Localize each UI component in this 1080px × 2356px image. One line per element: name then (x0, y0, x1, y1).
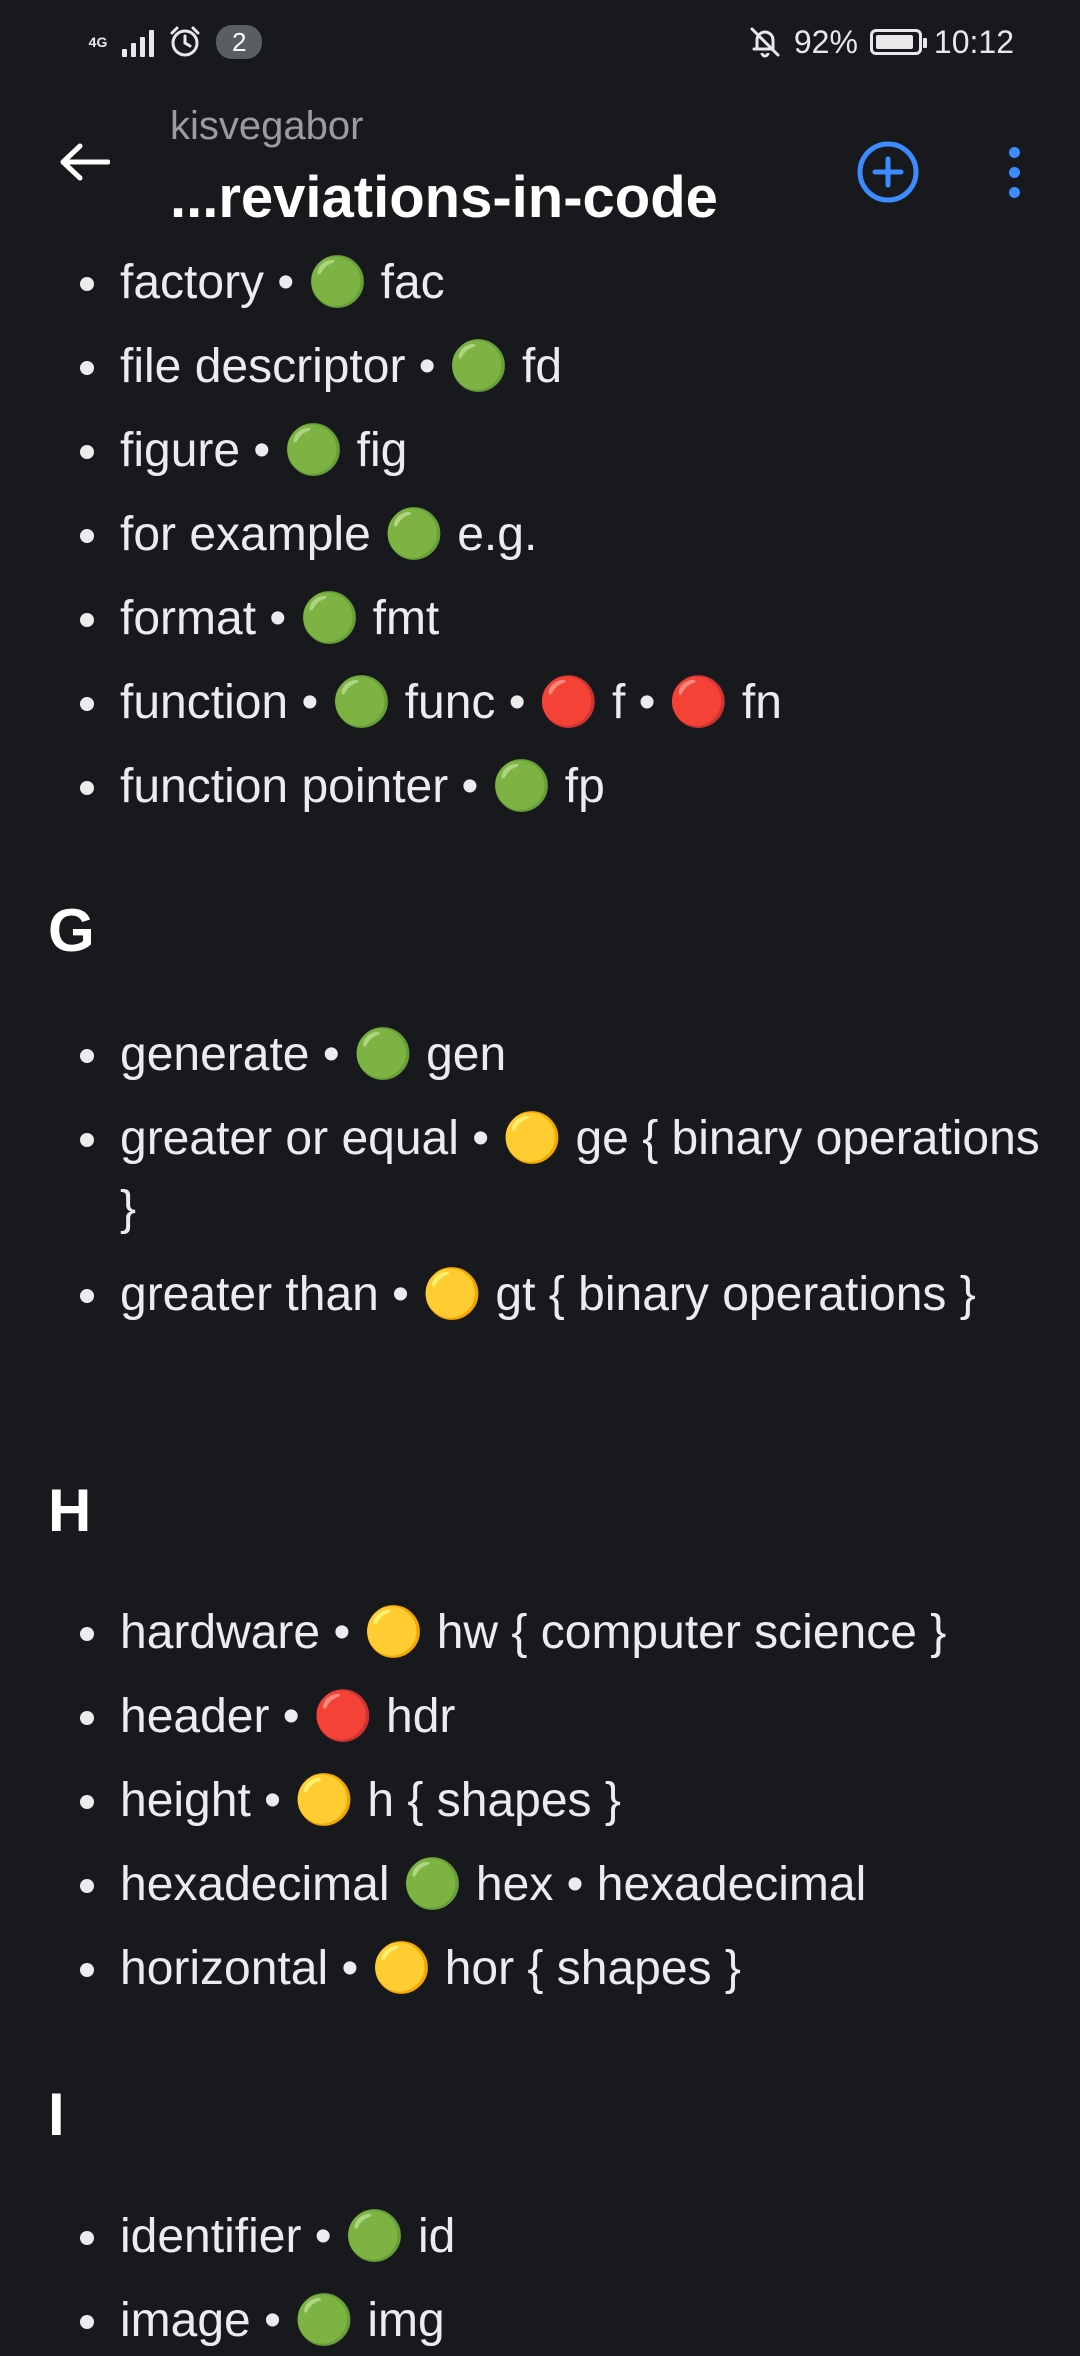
list-item-text: greater than • 🟡 gt { binary operations … (120, 1268, 976, 1321)
document-content: factory • 🟢 fac file descriptor • 🟢 fd f… (0, 0, 1080, 2347)
add-button[interactable] (850, 134, 926, 210)
list-item-text: header • 🔴 hdr (120, 1690, 456, 1743)
list-item-text: figure • 🟢 fig (120, 424, 408, 477)
more-vertical-icon (1008, 186, 1020, 198)
signal-icon (122, 27, 154, 57)
bullet-icon (80, 1289, 94, 1303)
bullet-icon (80, 781, 94, 795)
list-item-text: file descriptor • 🟢 fd (120, 340, 563, 393)
back-button[interactable] (48, 126, 120, 198)
bullet-icon (80, 361, 94, 375)
list-item-text: generate • 🟢 gen (120, 1028, 507, 1081)
battery-fill (875, 35, 913, 49)
list-item-text: horizontal • 🟡 hor { shapes } (120, 1942, 741, 1995)
section-heading-i: I (48, 2081, 65, 2148)
status-bar: 4G 2 92% 10:12 (0, 0, 1080, 84)
bullet-icon (80, 445, 94, 459)
bullet-icon (80, 277, 94, 291)
list-item-text: function • 🟢 func • 🔴 f • 🔴 fn (120, 676, 782, 729)
plus-circle-icon (857, 141, 919, 203)
battery-percent: 92% (793, 23, 858, 60)
list-item-text: function pointer • 🟢 fp (120, 760, 605, 813)
more-options-button[interactable] (988, 134, 1040, 210)
list-item-text: greater or equal • 🟡 ge { binary operati… (120, 1112, 1040, 1235)
alarm-icon (170, 26, 200, 57)
bullet-icon (80, 613, 94, 627)
more-vertical-icon (1008, 166, 1020, 178)
bullet-icon (80, 1795, 94, 1809)
bullet-icon (80, 2231, 94, 2245)
battery-icon (869, 29, 927, 55)
network-type: 4G (88, 34, 108, 50)
app-bar: kisvegabor ...reviations-in-code (0, 84, 1080, 246)
bullet-icon (80, 1627, 94, 1641)
bell-off-icon (750, 27, 780, 58)
bullet-icon (80, 1963, 94, 1977)
list-item-text: image • 🟢 img (120, 2294, 445, 2347)
notification-count-badge: 2 (216, 25, 263, 59)
page-title: ...reviations-in-code (170, 165, 718, 230)
bullet-icon (80, 2315, 94, 2329)
arrow-left-icon (60, 143, 110, 181)
list-item-text: hardware • 🟡 hw { computer science } (120, 1606, 947, 1659)
list-item-text: hexadecimal 🟢 hex • hexadecimal (120, 1858, 867, 1911)
section-heading-h: H (48, 1477, 92, 1544)
bullet-icon (80, 697, 94, 711)
repo-owner: kisvegabor (170, 104, 364, 148)
bullet-icon (80, 1711, 94, 1725)
clock: 10:12 (933, 23, 1014, 60)
list-item-text: for example 🟢 e.g. (120, 508, 538, 561)
bullet-icon (80, 1879, 94, 1893)
bullet-icon (80, 1133, 94, 1147)
bullet-icon (80, 529, 94, 543)
list-item-text: factory • 🟢 fac (120, 256, 445, 309)
section-heading-g: G (48, 897, 95, 964)
list-item-text: height • 🟡 h { shapes } (120, 1774, 621, 1827)
more-vertical-icon (1008, 146, 1020, 158)
list-item-text: format • 🟢 fmt (120, 592, 440, 645)
list-item-text: identifier • 🟢 id (120, 2210, 456, 2263)
bullet-icon (80, 1049, 94, 1063)
